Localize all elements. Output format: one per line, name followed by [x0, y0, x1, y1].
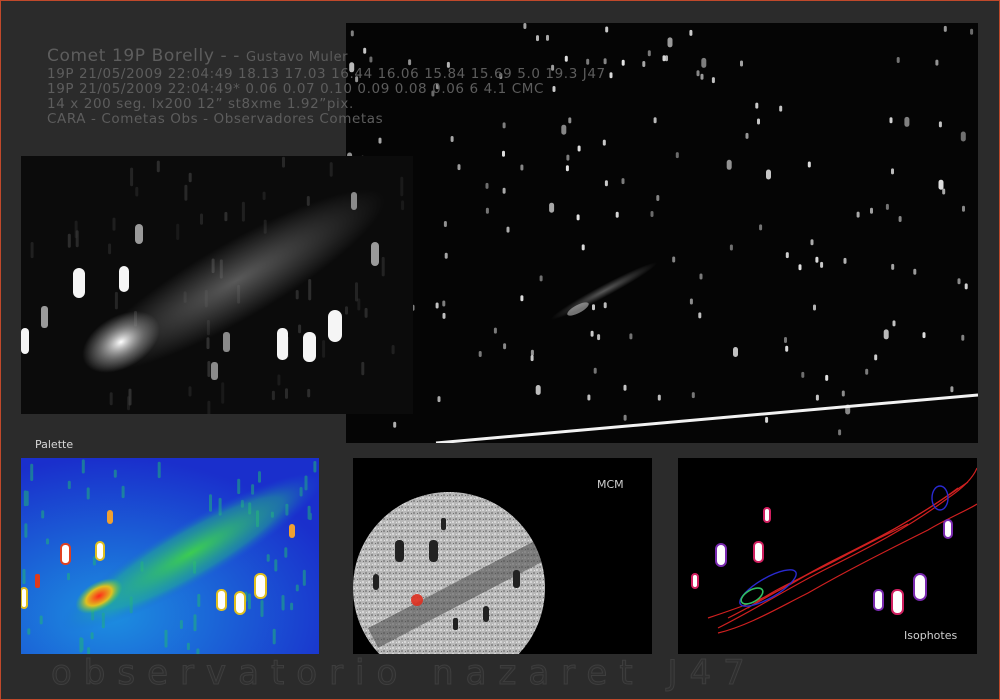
poster-frame: Comet 19P Borelly - - Gustavo Muler 19P … [0, 0, 1000, 700]
mcm-label: MCM [597, 478, 624, 491]
caption-line-photometry: 19P 21/05/2009 22:04:49 18.13 17.03 16.4… [47, 66, 606, 82]
mcm-processed-image: MCM [353, 458, 652, 654]
observatory-watermark: observatorio nazaret J47 [51, 653, 757, 694]
caption-title-row: Comet 19P Borelly - - Gustavo Muler [47, 47, 606, 67]
palette-label: Palette [35, 438, 74, 451]
caption-title: Comet 19P Borelly - - [47, 46, 246, 66]
caption-author: Gustavo Muler [245, 50, 349, 65]
caption-line-errors: 19P 21/05/2009 22:04:49* 0.06 0.07 0.10 … [47, 81, 545, 97]
isophotes-contour-image: Isophotes [678, 458, 977, 654]
caption-block: Comet 19P Borelly - - Gustavo Muler 19P … [47, 47, 606, 127]
zoomed-comet-image [21, 156, 413, 414]
caption-line-equipment: 14 x 200 seg. lx200 12” st8xme 1.92”pix. [47, 96, 354, 112]
caption-line-group: CARA - Cometas Obs - Observadores Cometa… [47, 111, 384, 127]
palette-false-color-image [21, 458, 319, 654]
isophotes-label: Isophotes [904, 629, 958, 642]
